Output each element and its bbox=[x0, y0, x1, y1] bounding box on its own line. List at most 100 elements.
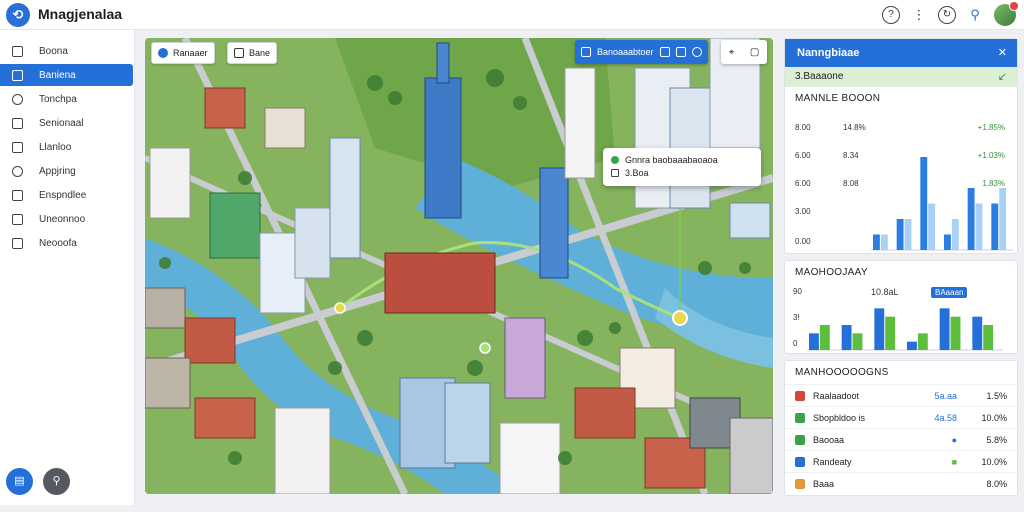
layer-icon bbox=[158, 48, 168, 58]
bar-s1-4 bbox=[944, 234, 951, 250]
layer-toggle-button[interactable]: Ranaaer bbox=[151, 42, 215, 64]
sidebar-item-9[interactable]: Neooofa bbox=[0, 232, 134, 254]
pin-icon[interactable]: ⌖ bbox=[729, 47, 735, 58]
settings-icon bbox=[12, 237, 23, 249]
indicator-row[interactable]: Baaa 8.0% bbox=[785, 472, 1017, 494]
section1-label: 6.00 bbox=[795, 151, 811, 160]
sidebar-item-5[interactable]: Llanloo bbox=[0, 136, 134, 158]
city-map[interactable]: Ranaaer Bane Banoaaabtoer ⌖ ▢ Gnnra baob… bbox=[145, 38, 773, 494]
indicator-list: Raalaadoot 5a.aa 1.5% Sbopbldoo is 4a.58 10.0… bbox=[785, 384, 1017, 494]
sidebar-item-7[interactable]: Enspndlee bbox=[0, 184, 134, 206]
sidebar-item-8[interactable]: Uneonnoo bbox=[0, 208, 134, 230]
section1-label: 8.00 bbox=[795, 123, 811, 132]
bar-chart-1 bbox=[871, 157, 1013, 251]
app-title: Mnagjenalaa bbox=[38, 6, 123, 22]
indicator-row[interactable]: Raalaadoot 5a.aa 1.5% bbox=[785, 384, 1017, 406]
indicator-row[interactable]: Sbopbldoo is 4a.58 10.0% bbox=[785, 406, 1017, 428]
indicator-v1: 5a.aa bbox=[934, 390, 957, 401]
layers-icon bbox=[12, 69, 23, 81]
info-icon bbox=[12, 189, 23, 201]
map-popup[interactable]: Gnnra baobaaabaoaoa 3.Boa bbox=[603, 148, 761, 186]
close-icon[interactable]: ✕ bbox=[998, 46, 1007, 59]
bar-s1-3 bbox=[920, 157, 928, 250]
share-icon[interactable] bbox=[691, 47, 702, 57]
indicator-name: Randeaty bbox=[813, 456, 852, 467]
sidebar-item-1[interactable]: Boona bbox=[0, 40, 134, 62]
more-icon[interactable]: ⋮ bbox=[910, 6, 928, 24]
map-tool-icon[interactable] bbox=[581, 47, 591, 57]
indicator-color-icon bbox=[795, 390, 805, 401]
sidebar-nav: Boona Baniena Tonchpa Senionaal Llanloo Appjr… bbox=[0, 30, 134, 254]
help-icon[interactable]: ? bbox=[882, 6, 900, 24]
app-logo-icon[interactable]: ⟲ bbox=[6, 3, 30, 27]
map-toolbar-secondary: ⌖ ▢ bbox=[721, 40, 767, 64]
bar-s2-1 bbox=[880, 234, 888, 250]
indicator-row[interactable]: Randeaty ■ 10.0% bbox=[785, 450, 1017, 472]
bar-s1-3 bbox=[874, 308, 885, 350]
indicator-v2: 10.0% bbox=[981, 412, 1007, 423]
avatar[interactable] bbox=[994, 1, 1019, 26]
sidebar-item-label: Appjring bbox=[39, 165, 76, 177]
bar-s1-2 bbox=[841, 325, 852, 350]
search-button[interactable]: ⚲ bbox=[43, 468, 70, 495]
chart-icon bbox=[12, 117, 23, 129]
bar-s2-2 bbox=[904, 219, 912, 250]
sidebar-item-6[interactable]: Appjring bbox=[0, 160, 134, 182]
view-icon bbox=[234, 48, 244, 58]
map-canvas[interactable] bbox=[145, 38, 773, 494]
save-icon[interactable] bbox=[675, 47, 686, 57]
bar-s1-6 bbox=[972, 316, 983, 350]
section1-tick: 0.00 bbox=[795, 237, 811, 246]
indicator-name: Baooaa bbox=[813, 434, 845, 445]
section-title-2: MAOHOOJAAY bbox=[795, 267, 868, 278]
bar-s1-2 bbox=[896, 219, 904, 250]
sidebar-item-label: Uneonnoo bbox=[39, 213, 86, 225]
section2-tick: 3! bbox=[793, 313, 800, 322]
indicator-v1: ● bbox=[951, 434, 957, 445]
indicator-v1: ■ bbox=[951, 456, 957, 467]
refresh-icon[interactable]: ↻ bbox=[938, 6, 956, 24]
checkbox-icon[interactable] bbox=[611, 168, 619, 177]
bar-s2-5 bbox=[975, 203, 983, 250]
indicator-v2: 10.0% bbox=[981, 456, 1007, 467]
copy-icon[interactable] bbox=[659, 47, 670, 57]
bar-s2-6 bbox=[983, 325, 994, 350]
sidebar-item-label: Neooofa bbox=[39, 237, 77, 249]
sidebar-item-label: Boona bbox=[39, 45, 68, 57]
top-actions: ? ⋮ ↻ ⚲ bbox=[882, 1, 1019, 26]
bar-s1-4 bbox=[907, 341, 917, 350]
view-toggle-button[interactable]: Bane bbox=[227, 42, 278, 64]
sidebar-item-label: Senionaal bbox=[39, 117, 84, 129]
bar-s2-4 bbox=[951, 219, 959, 250]
sidebar-item-label: Baniena bbox=[39, 69, 76, 81]
notification-badge bbox=[1009, 1, 1019, 11]
section1-value: 8.34 bbox=[843, 151, 859, 160]
expand-icon[interactable]: ▢ bbox=[750, 47, 759, 58]
section1-label: 6.00 bbox=[795, 179, 811, 188]
chat-button[interactable]: ▤ bbox=[6, 468, 33, 495]
status-dot-icon bbox=[611, 155, 619, 164]
map-toolbar: Banoaaabtoer bbox=[575, 40, 708, 64]
bar-s2-3 bbox=[928, 203, 936, 250]
indicator-name: Raalaadoot bbox=[813, 390, 860, 401]
sidebar-item-4[interactable]: Senionaal bbox=[0, 112, 134, 134]
location-icon[interactable]: ⚲ bbox=[966, 6, 984, 24]
popup-title: Gnnra baobaaabaoaoa bbox=[625, 154, 718, 165]
sidebar-item-3[interactable]: Tonchpa bbox=[0, 88, 134, 110]
indicator-row[interactable]: Baooaa ● 5.8% bbox=[785, 428, 1017, 450]
indicator-color-icon bbox=[795, 434, 805, 445]
indicator-name: Baaa bbox=[813, 478, 835, 489]
folder-icon bbox=[12, 141, 23, 153]
layer-toggle-label: Ranaaer bbox=[173, 48, 208, 58]
bar-chart-2 bbox=[807, 308, 1003, 351]
map-toolbar-label: Banoaaabtoer bbox=[597, 47, 654, 57]
indicator-color-icon bbox=[795, 456, 805, 467]
bar-s1-1 bbox=[873, 234, 880, 250]
bar-s1-1 bbox=[809, 333, 819, 350]
section2-tick: 0 bbox=[793, 339, 798, 348]
sidebar-item-2[interactable]: Baniena bbox=[0, 64, 133, 86]
indicator-color-icon bbox=[795, 478, 805, 489]
panel-header: Nanngbiaae ✕ bbox=[785, 39, 1017, 67]
indicator-v2: 8.0% bbox=[986, 478, 1007, 489]
chart-card: MAOHOOJAAY 90 3! 0 10.8aL BAaaan bbox=[784, 260, 1018, 354]
